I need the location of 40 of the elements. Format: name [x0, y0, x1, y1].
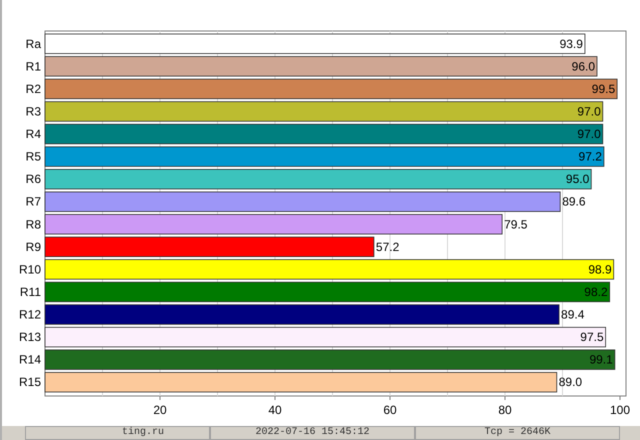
axis-label: R4 [26, 127, 41, 142]
axis-label: R14 [18, 352, 41, 367]
tick-label: 40 [268, 403, 282, 417]
data-label: 93.9 [560, 36, 583, 51]
axis-label: R15 [18, 375, 41, 390]
data-label: 79.5 [504, 217, 528, 232]
data-label: 97.0 [577, 127, 601, 142]
data-label: 97.5 [580, 330, 604, 344]
status-bar-panel: ting.ru [25, 426, 210, 440]
data-label: 89.6 [562, 194, 586, 209]
axis-label: Ra [26, 36, 41, 51]
tick-label: 60 [383, 403, 397, 417]
axis-label: R11 [20, 284, 41, 299]
data-label: 97.2 [578, 150, 602, 164]
axis-label: R5 [26, 150, 41, 164]
axis-label: R7 [26, 194, 41, 209]
axis-label: R10 [18, 262, 41, 276]
axis-label: R12 [18, 308, 41, 322]
status-bar-panel: Tcp = 2646K [415, 426, 620, 440]
data-label: 89.0 [558, 375, 582, 390]
data-label: 89.4 [561, 308, 584, 322]
data-label: 95.0 [566, 172, 590, 186]
data-label: 98.2 [584, 284, 608, 299]
data-label: 99.5 [592, 82, 616, 96]
status-bar-panel: 2022-07-16 15:45:12 [210, 426, 415, 440]
data-label: 57.2 [376, 240, 400, 254]
axis-label: R13 [18, 330, 41, 344]
axis-label: R3 [26, 104, 41, 118]
data-label: 96.0 [572, 59, 595, 74]
tick-label: 20 [153, 403, 167, 417]
tick-label: 100 [610, 403, 630, 417]
axis-label: R9 [26, 240, 41, 254]
axis-label: R2 [26, 82, 41, 96]
data-label: 97.0 [577, 104, 601, 118]
axis-label: R1 [26, 59, 41, 74]
tick-label: 80 [498, 403, 512, 417]
data-label: 99.1 [589, 352, 613, 367]
data-label: 98.9 [588, 262, 612, 276]
axis-label: R8 [26, 217, 41, 232]
axis-label: R6 [26, 172, 41, 186]
